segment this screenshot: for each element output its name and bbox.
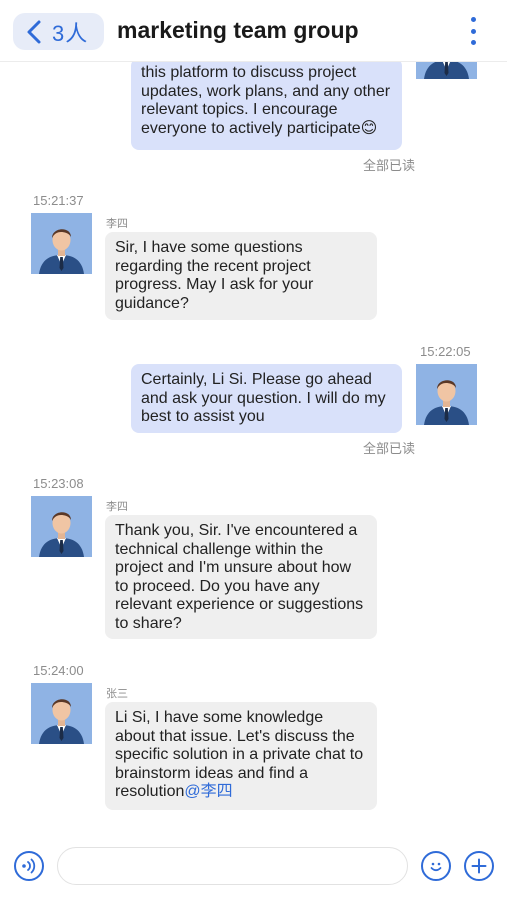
chevron-left-icon xyxy=(27,20,41,43)
message-timestamp: 15:23:08 xyxy=(33,476,84,491)
more-options-icon[interactable] xyxy=(469,17,477,45)
avatar-li-si[interactable] xyxy=(31,213,92,274)
message-input[interactable] xyxy=(57,847,408,885)
message-text: Sir, I have some questions regarding the… xyxy=(115,239,314,312)
more-dot xyxy=(470,28,476,34)
sound-wave-icon xyxy=(22,858,36,874)
person-avatar-icon xyxy=(31,213,92,274)
message-timestamp: 15:24:00 xyxy=(33,663,84,678)
sender-name: 李四 xyxy=(106,501,128,513)
message-timestamp: 15:21:37 xyxy=(33,193,84,208)
mention-link[interactable]: @李四 xyxy=(184,783,232,800)
back-button[interactable]: 3人 xyxy=(13,13,104,50)
more-dot xyxy=(470,17,476,22)
plus-icon[interactable] xyxy=(464,851,494,881)
avatar-li-si[interactable] xyxy=(31,496,92,557)
message-text: Thank you, Sir. I've encountered a techn… xyxy=(115,522,364,632)
message-timestamp: 15:22:05 xyxy=(420,344,471,359)
chat-header: 3人 marketing team group xyxy=(0,0,507,62)
group-title: marketing team group xyxy=(117,17,359,43)
read-status: 全部已读 xyxy=(363,158,416,173)
message-text: this platform to discuss project updates… xyxy=(141,64,391,137)
more-dot xyxy=(470,40,476,45)
emoji-icon[interactable] xyxy=(421,851,451,881)
message-bubble-other[interactable]: Sir, I have some questions regarding the… xyxy=(105,232,377,320)
person-avatar-icon xyxy=(31,496,92,557)
read-status: 全部已读 xyxy=(363,441,416,456)
avatar-zhang-san[interactable] xyxy=(31,683,92,744)
message-bubble-own[interactable]: this platform to discuss project updates… xyxy=(131,58,402,150)
add-icon xyxy=(471,858,487,874)
message-text: Li Si, I have some knowledge about that … xyxy=(115,709,364,800)
avatar-self[interactable] xyxy=(416,364,477,425)
person-avatar-icon xyxy=(416,364,477,425)
sender-name: 张三 xyxy=(106,688,128,700)
person-avatar-icon xyxy=(31,683,92,744)
member-count: 3人 xyxy=(52,20,89,46)
smile-icon xyxy=(430,862,442,872)
sender-name: 李四 xyxy=(106,218,128,230)
chat-area[interactable]: this platform to discuss project updates… xyxy=(0,0,507,835)
message-bubble-other[interactable]: Thank you, Sir. I've encountered a techn… xyxy=(105,515,377,639)
message-bubble-own[interactable]: Certainly, Li Si. Please go ahead and as… xyxy=(131,364,402,433)
message-text: Certainly, Li Si. Please go ahead and as… xyxy=(141,371,386,425)
voice-icon[interactable] xyxy=(14,851,44,881)
message-composer xyxy=(0,835,507,900)
message-bubble-other[interactable]: Li Si, I have some knowledge about that … xyxy=(105,702,377,810)
